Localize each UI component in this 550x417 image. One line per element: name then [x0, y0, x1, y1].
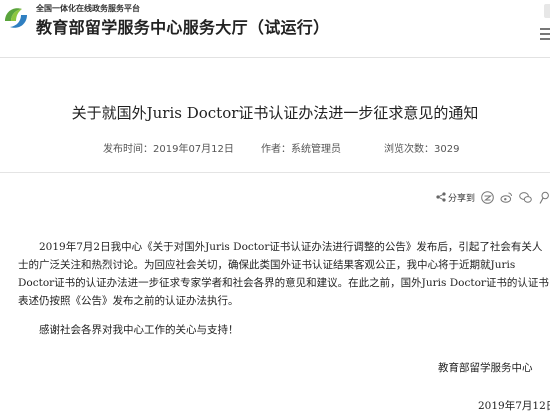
search-box-edge[interactable] — [544, 4, 550, 18]
share-bar: 分享到 — [436, 189, 550, 205]
article-paragraph: 感谢社会各界对我中心工作的关心与支持！ — [39, 324, 239, 336]
site-title[interactable]: 教育部留学服务中心服务大厅（试运行） — [36, 14, 329, 38]
article-author: 作者：系统管理员 — [261, 144, 341, 155]
site-header: 全国一体化在线政务服务平台 教育部留学服务中心服务大厅（试运行） — [0, 0, 550, 40]
platform-subtitle: 全国一体化在线政务服务平台 — [36, 4, 140, 13]
view-count: 浏览次数：3029 — [384, 144, 460, 155]
wechat-icon[interactable] — [519, 191, 532, 204]
tencent-weibo-icon[interactable] — [538, 191, 550, 204]
header-divider — [0, 57, 550, 58]
meta-divider — [0, 172, 550, 173]
share-icon — [436, 192, 446, 202]
signature: 教育部留学服务中心 — [438, 362, 533, 374]
signature-date: 2019年7月12日 — [478, 400, 550, 412]
article-paragraph: 2019年7月2日我中心《关于对国外Juris Doctor证书认证办法进行调整… — [18, 241, 549, 307]
logo-icon[interactable] — [2, 4, 30, 32]
menu-icon[interactable] — [540, 28, 550, 44]
article-title: 关于就国外Juris Doctor证书认证办法进一步征求意见的通知 — [71, 104, 479, 122]
publish-date: 发布时间：2019年07月12日 — [103, 144, 234, 155]
qq-zone-icon[interactable] — [481, 190, 494, 204]
share-label: 分享到 — [448, 193, 476, 204]
weibo-icon[interactable] — [500, 191, 513, 204]
